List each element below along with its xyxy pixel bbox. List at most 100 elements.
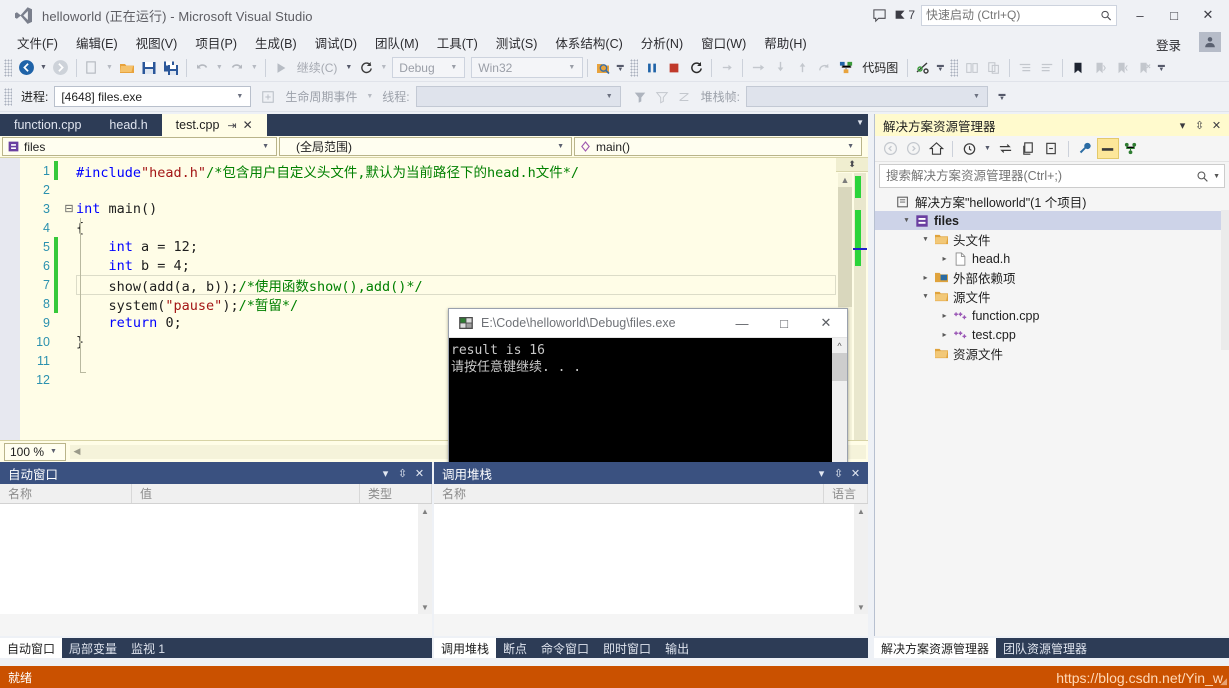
- tab-output[interactable]: 输出: [658, 638, 696, 658]
- tree-item[interactable]: ▴ files: [875, 211, 1229, 230]
- code-line[interactable]: 1 #include"head.h"/*包含用户自定义头文件,默认为当前路径下的h…: [20, 161, 836, 181]
- close-icon[interactable]: ✕: [411, 464, 428, 482]
- solution-platform-combo[interactable]: Win32 ▼: [471, 57, 584, 78]
- thread-combo[interactable]: ▼: [415, 86, 621, 107]
- scroll-thumb[interactable]: [832, 353, 847, 381]
- tree-item[interactable]: ▸ test.cpp: [875, 325, 1229, 344]
- tree-item[interactable]: ▴ 源文件: [875, 287, 1229, 306]
- menu-item-build[interactable]: 生成(B): [246, 30, 306, 55]
- toolbar-overflow-icon-2[interactable]: ▬ ▼: [934, 62, 946, 73]
- pause-icon[interactable]: [641, 57, 663, 79]
- scroll-thumb[interactable]: [838, 187, 852, 307]
- chevron-down-icon[interactable]: ▾: [1174, 116, 1191, 134]
- console-close-button[interactable]: ✕: [805, 309, 847, 337]
- account-avatar-icon[interactable]: [1199, 32, 1221, 52]
- tab-autos[interactable]: 自动窗口: [0, 638, 63, 658]
- stackframe-combo[interactable]: ▼: [745, 86, 988, 107]
- autos-column-name[interactable]: 名称: [0, 484, 132, 503]
- close-icon[interactable]: ✕: [847, 464, 864, 482]
- menu-item-project[interactable]: 项目(P): [186, 30, 246, 55]
- quick-launch-box[interactable]: [921, 4, 1117, 26]
- tab-watch1[interactable]: 监视 1: [124, 638, 172, 658]
- menu-item-view[interactable]: 视图(V): [127, 30, 187, 55]
- properties-wrench-icon[interactable]: [1074, 138, 1096, 159]
- tree-item[interactable]: ▸ head.h: [875, 249, 1229, 268]
- stop-icon[interactable]: [663, 57, 685, 79]
- close-icon[interactable]: ✕: [1208, 116, 1225, 134]
- scroll-down-icon[interactable]: ▼: [418, 600, 432, 614]
- tab-locals[interactable]: 局部变量: [62, 638, 124, 658]
- member-combo[interactable]: main() ▼: [574, 137, 862, 156]
- scope-member-combo[interactable]: (全局范围) ▼: [279, 137, 572, 156]
- solution-explorer-scrollbar[interactable]: [1221, 210, 1229, 350]
- chevron-down-icon[interactable]: ▼: [856, 118, 864, 127]
- code-map-button[interactable]: 代码图: [857, 57, 903, 79]
- menu-item-analyze[interactable]: 分析(N): [632, 30, 692, 55]
- console-minimize-button[interactable]: —: [721, 309, 763, 337]
- bookmark-icon[interactable]: [1067, 57, 1089, 79]
- menu-item-team[interactable]: 团队(M): [366, 30, 428, 55]
- menu-item-architecture[interactable]: 体系结构(C): [546, 30, 631, 55]
- continue-dropdown-arrow[interactable]: ▼: [342, 64, 355, 71]
- expand-arrow-icon[interactable]: ▴: [919, 235, 932, 244]
- find-in-files-icon[interactable]: [592, 57, 614, 79]
- expand-arrow-icon[interactable]: ▴: [900, 216, 913, 225]
- restart-debug-icon[interactable]: [685, 57, 707, 79]
- pin-icon[interactable]: ⇳: [394, 464, 411, 482]
- code-line[interactable]: 7 show(add(a, b));/*使用函数show(),add()*/: [20, 275, 836, 295]
- tree-item[interactable]: 解决方案"helloworld"(1 个项目): [875, 192, 1229, 211]
- tab-team-explorer[interactable]: 团队资源管理器: [996, 638, 1094, 658]
- process-combo[interactable]: [4648] files.exe ▼: [54, 86, 252, 107]
- debugbar-overflow-icon[interactable]: ▬ ▼: [996, 91, 1008, 102]
- scope-project-combo[interactable]: files ▼: [2, 137, 277, 156]
- callstack-grid-body[interactable]: ▲ ▼: [434, 504, 868, 614]
- menu-item-file[interactable]: 文件(F): [8, 30, 67, 55]
- home-icon[interactable]: [925, 138, 947, 159]
- autos-scrollbar[interactable]: ▲ ▼: [418, 504, 432, 614]
- back-dropdown-arrow[interactable]: ▼: [37, 64, 50, 71]
- tab-immediate-window[interactable]: 即时窗口: [596, 638, 658, 658]
- close-button[interactable]: ✕: [1191, 1, 1225, 29]
- callstack-column-language[interactable]: 语言: [824, 484, 868, 503]
- sync-with-active-document-icon[interactable]: [995, 138, 1017, 159]
- collapse-arrow-icon[interactable]: ▸: [919, 273, 932, 282]
- callstack-column-name[interactable]: 名称: [434, 484, 824, 503]
- code-line[interactable]: 2: [20, 180, 836, 199]
- scroll-down-icon[interactable]: ▼: [854, 600, 868, 614]
- tab-breakpoints[interactable]: 断点: [496, 638, 534, 658]
- toolbar-grip[interactable]: [4, 58, 12, 77]
- toolbar-overflow-icon-3[interactable]: ▬ ▼: [1155, 62, 1167, 73]
- indicator-margin[interactable]: [0, 158, 20, 440]
- zoom-combo[interactable]: 100 % ▼: [4, 442, 66, 461]
- scroll-up-icon[interactable]: ▲: [838, 173, 852, 187]
- pending-changes-dropdown-arrow[interactable]: ▼: [981, 145, 994, 152]
- solution-tree[interactable]: 解决方案"helloworld"(1 个项目) ▴ files ▴ 头文件 ▸ head.h…: [875, 190, 1229, 363]
- open-file-icon[interactable]: [116, 57, 138, 79]
- menu-item-test[interactable]: 测试(S): [487, 30, 547, 55]
- debugbar-grip[interactable]: [4, 87, 12, 106]
- notification-group[interactable]: 7: [894, 8, 921, 22]
- sign-in-link[interactable]: 登录: [1152, 32, 1185, 57]
- scroll-up-icon[interactable]: ^: [832, 338, 847, 353]
- tab-command-window[interactable]: 命令窗口: [534, 638, 596, 658]
- maximize-button[interactable]: □: [1157, 1, 1191, 29]
- code-map-icon[interactable]: [835, 57, 857, 79]
- pin-icon[interactable]: ⇳: [830, 464, 847, 482]
- editor-tab-function-cpp[interactable]: function.cpp: [0, 114, 95, 136]
- feedback-icon[interactable]: [864, 1, 894, 29]
- collapse-arrow-icon[interactable]: ▸: [938, 311, 951, 320]
- chevron-down-icon[interactable]: ▾: [813, 464, 830, 482]
- solution-explorer-search-input[interactable]: [886, 169, 1197, 183]
- tree-item[interactable]: ▴ 头文件: [875, 230, 1229, 249]
- tab-solution-explorer[interactable]: 解决方案资源管理器: [874, 638, 997, 658]
- outlining-glyph[interactable]: ⊟: [62, 202, 76, 215]
- code-line[interactable]: 3 ⊟ int main(): [20, 199, 836, 218]
- scroll-left-icon[interactable]: ◀: [70, 446, 84, 457]
- autos-column-value[interactable]: 值: [132, 484, 360, 503]
- pending-changes-icon[interactable]: [958, 138, 980, 159]
- callstack-scrollbar[interactable]: ▲ ▼: [854, 504, 868, 614]
- restart-icon[interactable]: [355, 57, 377, 79]
- code-line[interactable]: 5 int a = 12;: [20, 237, 836, 256]
- editor-tab-test-cpp[interactable]: test.cpp ⇥ ✕: [161, 114, 267, 136]
- code-line[interactable]: 6 int b = 4;: [20, 256, 836, 275]
